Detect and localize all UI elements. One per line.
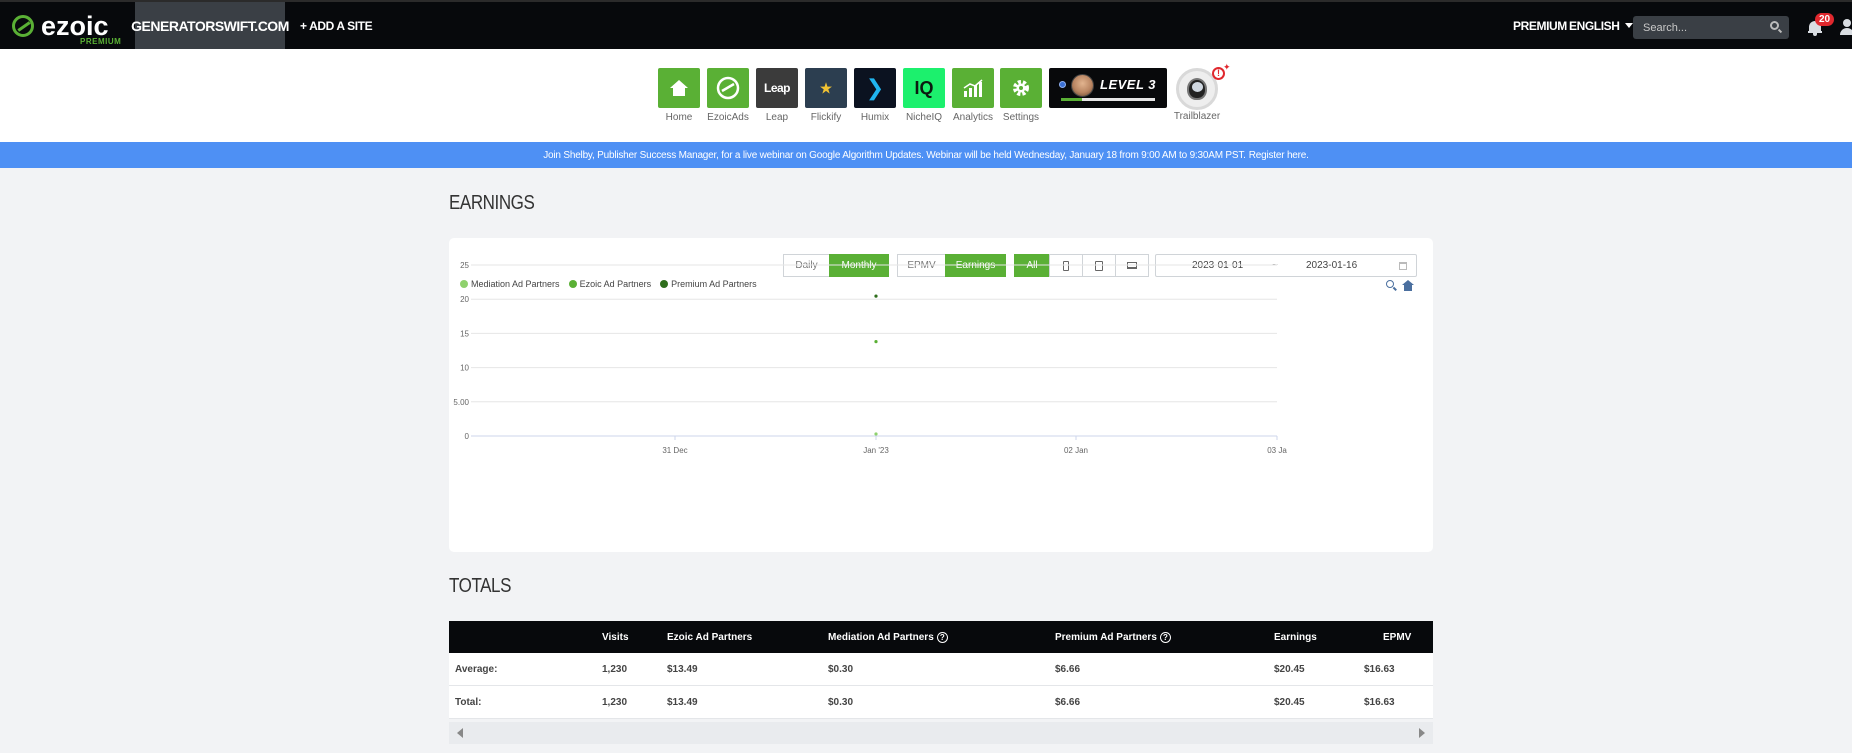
search-input[interactable] — [1633, 16, 1789, 39]
trailblazer-label: Trailblazer — [1173, 111, 1221, 122]
table-header-row: Visits Ezoic Ad Partners Mediation Ad Pa… — [449, 621, 1433, 653]
row-label: Average: — [455, 663, 498, 675]
cell-epmv: $16.63 — [1364, 696, 1395, 708]
cell-mediation: $0.30 — [828, 696, 854, 708]
col-earnings[interactable]: Earnings — [1274, 621, 1317, 653]
app-settings[interactable]: Settings — [1000, 68, 1042, 123]
home-icon — [658, 68, 700, 108]
scroll-left-arrow-icon[interactable] — [457, 728, 463, 738]
x-tick-label: 31 Dec — [662, 446, 687, 455]
col-label: Mediation Ad Partners — [828, 631, 934, 643]
app-leap[interactable]: Leap Leap — [756, 68, 798, 123]
app-label: Settings — [1002, 112, 1040, 123]
app-nicheiq[interactable]: IQ NicheIQ — [903, 68, 945, 123]
app-launcher-bar: Home EzoicAds Leap Leap ⭑ Flickify ❯ Hum… — [0, 49, 1852, 142]
y-tick-label: 25 — [460, 261, 469, 270]
humix-icon: ❯ — [854, 68, 896, 108]
cell-premium: $6.66 — [1055, 663, 1081, 675]
scroll-right-arrow-icon[interactable] — [1419, 728, 1425, 738]
search-icon[interactable] — [1770, 21, 1779, 30]
cell-visits: 1,230 — [602, 663, 628, 675]
earnings-chart-card: Daily Monthly EPMV Earnings All 2023-01-… — [449, 238, 1433, 552]
y-tick-label: 20 — [460, 295, 469, 304]
col-visits[interactable]: Visits — [602, 621, 629, 653]
user-account-icon[interactable] — [1840, 19, 1852, 35]
app-analytics[interactable]: Analytics — [952, 68, 994, 123]
y-tick-label: 0 — [465, 432, 470, 441]
table-horizontal-scrollbar[interactable] — [449, 722, 1433, 744]
cell-ezoic: $13.49 — [667, 663, 698, 675]
row-label: Total: — [455, 696, 482, 708]
notification-count-badge: 20 — [1815, 13, 1835, 26]
table-row: Total: 1,230 $13.49 $0.30 $6.66 $20.45 $… — [449, 686, 1433, 719]
data-point[interactable] — [874, 294, 878, 298]
level-progress-bar — [1061, 98, 1155, 101]
earnings-scatter-chart: 0 5.00 10 15 20 25 31 Dec Jan '23 02 Jan 03 Ja — [453, 261, 1287, 455]
x-tick-label: 02 Jan — [1064, 446, 1088, 455]
settings-icon — [1000, 68, 1042, 108]
current-site-tab[interactable]: GENERATORSWIFT.COM — [131, 2, 289, 49]
top-navbar: ezoic PREMIUM GENERATORSWIFT.COM + ADD A… — [0, 0, 1852, 49]
nicheiq-icon: IQ — [903, 68, 945, 108]
col-epmv[interactable]: EPMV — [1383, 621, 1411, 653]
x-tick-label: 03 Ja — [1267, 446, 1287, 455]
app-ezoicads[interactable]: EzoicAds — [707, 68, 749, 123]
app-humix[interactable]: ❯ Humix — [854, 68, 896, 123]
cell-visits: 1,230 — [602, 696, 628, 708]
y-tick-label: 10 — [460, 364, 469, 373]
cell-epmv: $16.63 — [1364, 663, 1395, 675]
totals-table: Visits Ezoic Ad Partners Mediation Ad Pa… — [449, 621, 1433, 719]
cell-mediation: $0.30 — [828, 663, 854, 675]
astronaut-icon: ! ✦ — [1176, 63, 1231, 110]
data-point[interactable] — [874, 340, 878, 344]
level-indicator-dot — [1059, 81, 1066, 88]
col-mediation-ad-partners[interactable]: Mediation Ad Partners? — [828, 621, 948, 653]
sparkle-icon: ✦ — [1223, 62, 1231, 72]
table-row: Average: 1,230 $13.49 $0.30 $6.66 $20.45… — [449, 653, 1433, 686]
trailblazer-badge[interactable]: ! ✦ Trailblazer — [1174, 63, 1231, 123]
col-label: Premium Ad Partners — [1055, 631, 1157, 643]
cell-earnings: $20.45 — [1274, 696, 1305, 708]
app-flickify[interactable]: ⭑ Flickify — [805, 68, 847, 123]
level-text: LEVEL 3 — [1100, 77, 1157, 92]
cell-ezoic: $13.49 — [667, 696, 698, 708]
app-home[interactable]: Home — [658, 68, 700, 123]
help-icon[interactable]: ? — [1159, 631, 1171, 643]
logo-premium-label: PREMIUM — [80, 37, 122, 46]
x-tick-label: Jan '23 — [863, 446, 889, 455]
premium-link[interactable]: PREMIUM — [1513, 2, 1567, 49]
col-premium-ad-partners[interactable]: Premium Ad Partners? — [1055, 621, 1171, 653]
language-dropdown[interactable]: ENGLISH — [1569, 2, 1633, 49]
cell-earnings: $20.45 — [1274, 663, 1305, 675]
webinar-announcement-banner: Join Shelby, Publisher Success Manager, … — [0, 142, 1852, 168]
register-link[interactable]: Register here. — [1249, 150, 1309, 161]
help-icon[interactable]: ? — [936, 631, 948, 643]
flickify-icon: ⭑ — [805, 68, 847, 108]
col-ezoic-ad-partners[interactable]: Ezoic Ad Partners — [667, 621, 752, 653]
earnings-heading: EARNINGS — [449, 192, 535, 214]
y-tick-label: 5.00 — [453, 398, 469, 407]
ezoic-logo[interactable]: ezoic PREMIUM — [12, 11, 122, 46]
totals-heading: TOTALS — [449, 575, 512, 597]
level-badge[interactable]: LEVEL 3 — [1049, 68, 1167, 108]
y-tick-label: 15 — [460, 329, 469, 338]
caret-down-icon — [1624, 23, 1633, 28]
ezoic-ads-icon — [707, 68, 749, 108]
add-site-link[interactable]: + ADD A SITE — [300, 2, 373, 49]
cell-premium: $6.66 — [1055, 696, 1081, 708]
language-label: ENGLISH — [1569, 18, 1620, 33]
banner-text: Join Shelby, Publisher Success Manager, … — [543, 149, 1246, 161]
data-point[interactable] — [874, 432, 878, 436]
avatar — [1071, 74, 1094, 97]
leap-icon: Leap — [756, 68, 798, 108]
analytics-icon — [952, 68, 994, 108]
ezoic-logo-icon — [12, 15, 34, 37]
